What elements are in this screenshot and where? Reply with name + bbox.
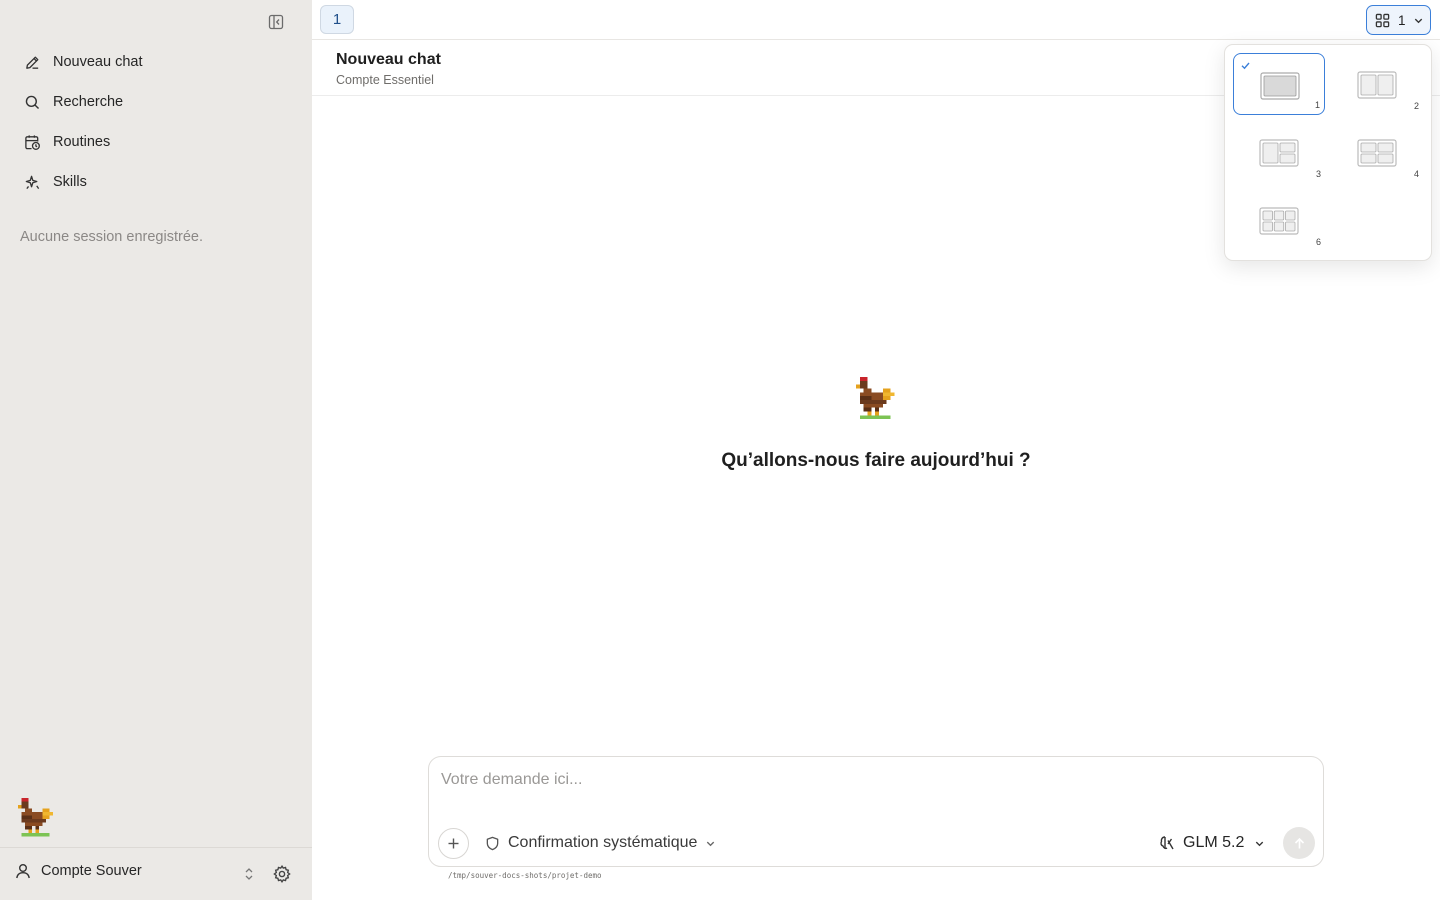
welcome-message: Qu’allons-nous faire aujourd’hui ? bbox=[721, 450, 1031, 471]
model-brain-icon bbox=[1160, 836, 1174, 850]
layout-option-2[interactable]: 2 bbox=[1331, 53, 1423, 115]
sidebar-item-label: Skills bbox=[53, 174, 87, 190]
search-icon bbox=[25, 95, 40, 109]
collapse-sidebar-button[interactable] bbox=[266, 12, 286, 32]
layout-option-1[interactable]: 1 bbox=[1233, 53, 1325, 115]
sidebar-nav: Nouveau chat Recherche Routines Skills bbox=[12, 42, 300, 202]
layout-option-label: 4 bbox=[1413, 169, 1419, 179]
confirmation-mode-value: Confirmation systématique bbox=[508, 834, 698, 851]
top-bar: 1 1 bbox=[312, 0, 1440, 40]
send-button[interactable] bbox=[1283, 827, 1315, 859]
layout-three-panes-icon bbox=[1259, 139, 1299, 167]
arrow-up-icon bbox=[1294, 837, 1304, 848]
chevron-down-icon bbox=[707, 841, 715, 846]
chat-title: Nouveau chat bbox=[336, 51, 441, 68]
layout-option-label: 2 bbox=[1413, 101, 1419, 111]
shield-icon bbox=[486, 836, 499, 850]
layout-picker-value: 1 bbox=[1398, 12, 1406, 28]
grid-layout-icon bbox=[1375, 13, 1390, 27]
account-menu[interactable]: Compte Souver bbox=[14, 862, 142, 880]
layout-menu: 1 2 3 4 6 bbox=[1224, 44, 1432, 261]
layout-four-panes-icon bbox=[1357, 139, 1397, 167]
prompt-input[interactable] bbox=[441, 771, 1301, 801]
sidebar-item-routines[interactable]: Routines bbox=[12, 122, 300, 162]
layout-six-panes-icon bbox=[1259, 207, 1299, 235]
sidebar-item-label: Routines bbox=[53, 134, 111, 150]
sidebar-item-skills[interactable]: Skills bbox=[12, 162, 300, 202]
chevron-down-icon bbox=[1414, 18, 1422, 23]
pencil-icon bbox=[26, 56, 39, 69]
layout-option-label: 1 bbox=[1314, 100, 1320, 110]
composer: Confirmation systématique GLM 5.2 bbox=[428, 756, 1324, 867]
sidebar-item-new-chat[interactable]: Nouveau chat bbox=[12, 42, 300, 82]
account-name: Compte Souver bbox=[41, 863, 142, 879]
working-directory-path: /tmp/souver-docs-shots/projet-demo bbox=[448, 871, 602, 880]
layout-picker-button[interactable]: 1 bbox=[1366, 5, 1431, 35]
chevron-up-down-icon[interactable] bbox=[240, 865, 258, 883]
tab-1[interactable]: 1 bbox=[320, 5, 354, 34]
rooster-mascot-icon bbox=[855, 377, 895, 420]
confirmation-mode-select[interactable]: Confirmation systématique bbox=[485, 832, 716, 854]
layout-two-panes-icon bbox=[1357, 71, 1397, 99]
rooster-mascot-icon bbox=[17, 798, 53, 837]
add-attachment-button[interactable] bbox=[438, 828, 469, 859]
user-icon bbox=[16, 864, 30, 879]
sidebar-footer: Compte Souver bbox=[0, 847, 312, 900]
sidebar-item-label: Nouveau chat bbox=[53, 54, 143, 70]
layout-option-6[interactable]: 6 bbox=[1233, 189, 1325, 251]
sidebar-item-search[interactable]: Recherche bbox=[12, 82, 300, 122]
layout-option-label: 3 bbox=[1315, 169, 1321, 179]
sidebar-item-label: Recherche bbox=[53, 94, 124, 110]
checkmark-icon bbox=[1241, 62, 1250, 70]
sidebar: Nouveau chat Recherche Routines Skills A… bbox=[0, 0, 312, 900]
layout-single-pane-icon bbox=[1260, 72, 1300, 100]
sparkle-icon bbox=[25, 175, 40, 189]
gear-icon[interactable] bbox=[272, 864, 292, 884]
model-value: GLM 5.2 bbox=[1183, 834, 1245, 851]
layout-option-label: 6 bbox=[1315, 237, 1321, 247]
layout-option-4[interactable]: 4 bbox=[1331, 121, 1423, 183]
layout-option-3[interactable]: 3 bbox=[1233, 121, 1325, 183]
sidebar-toggle-icon bbox=[268, 14, 284, 30]
chevron-down-icon bbox=[1256, 841, 1264, 846]
calendar-clock-icon bbox=[25, 134, 40, 150]
chat-subtitle: Compte Essentiel bbox=[336, 73, 434, 87]
plus-icon bbox=[448, 838, 459, 849]
model-select[interactable]: GLM 5.2 bbox=[1159, 832, 1265, 854]
empty-sessions-text: Aucune session enregistrée. bbox=[20, 229, 203, 245]
